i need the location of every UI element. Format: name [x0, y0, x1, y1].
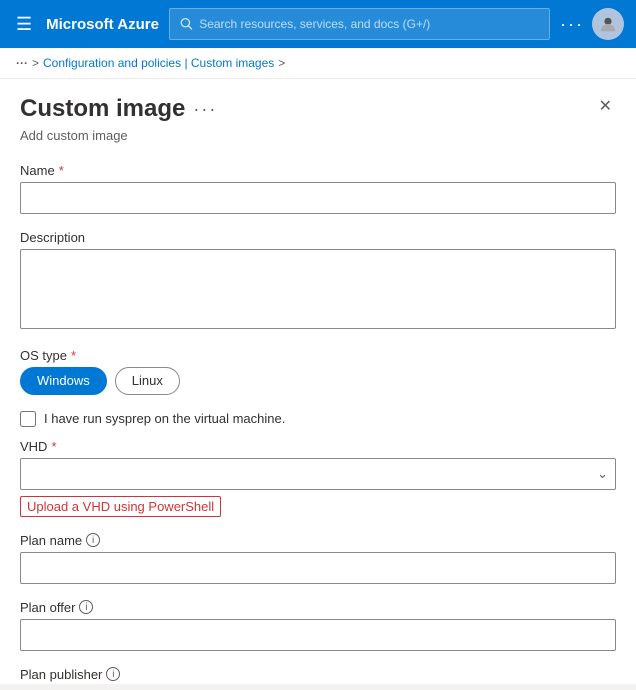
plan-name-input[interactable]: [20, 552, 616, 584]
page-subtitle: Add custom image: [20, 128, 616, 143]
plan-offer-info-icon[interactable]: i: [79, 600, 93, 614]
sysprep-label: I have run sysprep on the virtual machin…: [44, 411, 285, 426]
page-options-icon[interactable]: ···: [193, 99, 217, 120]
plan-name-label: Plan name i: [20, 533, 616, 548]
description-group: Description: [20, 230, 616, 332]
plan-name-info-icon[interactable]: i: [86, 533, 100, 547]
breadcrumb-dots[interactable]: ···: [16, 56, 28, 70]
search-input[interactable]: [199, 17, 539, 31]
main-content: Custom image ··· ✕ Add custom image Name…: [0, 79, 636, 684]
os-type-buttons: Windows Linux: [20, 367, 616, 395]
vhd-select-wrapper: ⌄: [20, 458, 616, 490]
breadcrumb-sep2: >: [278, 56, 285, 70]
plan-offer-group: Plan offer i: [20, 600, 616, 651]
breadcrumb-sep1: >: [32, 56, 39, 70]
avatar[interactable]: [592, 8, 624, 40]
topbar-more-icon[interactable]: ···: [560, 14, 584, 35]
topbar-right: ···: [560, 8, 624, 40]
page-title: Custom image: [20, 95, 185, 124]
description-label: Description: [20, 230, 616, 245]
search-icon: [180, 17, 193, 31]
vhd-group: VHD * ⌄ Upload a VHD using PowerShell: [20, 439, 616, 517]
plan-offer-input[interactable]: [20, 619, 616, 651]
os-type-label: OS type *: [20, 348, 616, 363]
vhd-select[interactable]: [20, 458, 616, 490]
name-input[interactable]: [20, 182, 616, 214]
topbar: ☰ Microsoft Azure ···: [0, 0, 636, 48]
sysprep-checkbox[interactable]: [20, 411, 36, 427]
plan-publisher-info-icon[interactable]: i: [106, 667, 120, 681]
vhd-label: VHD *: [20, 439, 616, 454]
name-label: Name *: [20, 163, 616, 178]
name-required: *: [59, 163, 64, 178]
upload-vhd-link[interactable]: Upload a VHD using PowerShell: [20, 496, 221, 517]
close-button[interactable]: ✕: [595, 95, 616, 119]
plan-publisher-group: Plan publisher i: [20, 667, 616, 684]
description-textarea[interactable]: [20, 249, 616, 329]
breadcrumb-link-config[interactable]: Configuration and policies | Custom imag…: [43, 56, 274, 70]
page-header: Custom image ··· ✕: [20, 95, 616, 124]
hamburger-icon[interactable]: ☰: [12, 10, 36, 39]
azure-logo: Microsoft Azure: [46, 16, 159, 33]
plan-name-group: Plan name i: [20, 533, 616, 584]
breadcrumb: ··· > Configuration and policies | Custo…: [0, 48, 636, 79]
os-type-required: *: [71, 348, 76, 363]
os-linux-button[interactable]: Linux: [115, 367, 180, 395]
sysprep-row: I have run sysprep on the virtual machin…: [20, 411, 616, 427]
plan-offer-label: Plan offer i: [20, 600, 616, 615]
page-title-row: Custom image ···: [20, 95, 217, 124]
plan-publisher-label: Plan publisher i: [20, 667, 616, 682]
name-group: Name *: [20, 163, 616, 214]
search-bar[interactable]: [169, 8, 550, 40]
os-type-group: OS type * Windows Linux: [20, 348, 616, 395]
vhd-required: *: [51, 439, 56, 454]
os-windows-button[interactable]: Windows: [20, 367, 107, 395]
